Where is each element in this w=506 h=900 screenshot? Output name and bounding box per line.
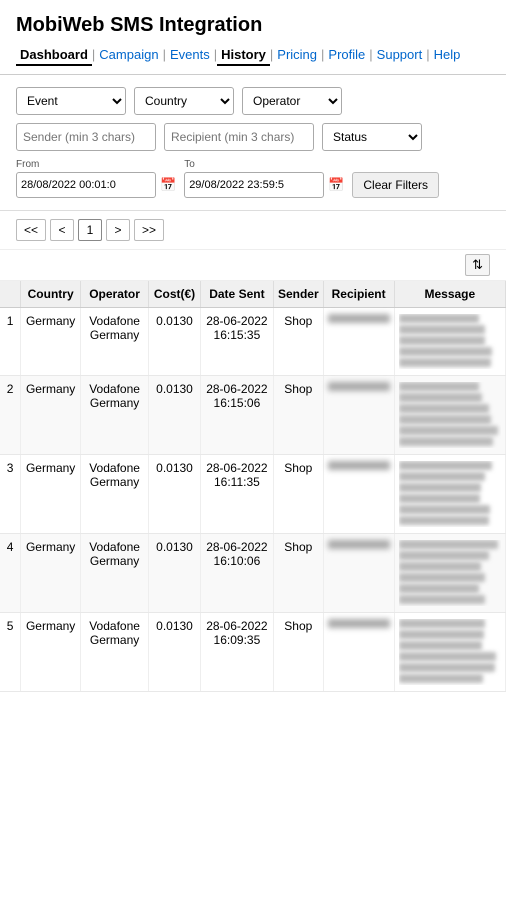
- cell-country: Germany: [21, 376, 81, 455]
- col-header-sender: Sender: [273, 281, 323, 308]
- status-select[interactable]: Status: [322, 123, 422, 151]
- cell-sender: Shop: [273, 534, 323, 613]
- cell-operator: Vodafone Germany: [80, 455, 148, 534]
- cell-sender: Shop: [273, 455, 323, 534]
- table-header-row: Country Operator Cost(€) Date Sent Sende…: [0, 281, 506, 308]
- cell-country: Germany: [21, 308, 81, 376]
- operator-select[interactable]: Operator: [242, 87, 342, 115]
- cell-recipient: [323, 308, 394, 376]
- cell-num: 1: [0, 308, 21, 376]
- cell-message: Hello ████-█thank you foorder ████. Yvie…: [394, 534, 505, 613]
- cell-recipient: [323, 534, 394, 613]
- cell-country: Germany: [21, 613, 81, 692]
- country-select[interactable]: Country: [134, 87, 234, 115]
- page-title: MobiWeb SMS Integration: [16, 14, 490, 37]
- cell-num: 4: [0, 534, 21, 613]
- cell-sender: Shop: [273, 613, 323, 692]
- col-header-recipient: Recipient: [323, 281, 394, 308]
- cell-cost: 0.0130: [149, 613, 201, 692]
- filters-section: Event Country Operator Status From 📅 To …: [0, 75, 506, 211]
- event-select[interactable]: Event: [16, 87, 126, 115]
- nav-history[interactable]: History: [217, 45, 270, 66]
- cell-message: Hello ████████order ████shipped. Youview…: [394, 613, 505, 692]
- pagination: << < 1 > >>: [0, 211, 506, 250]
- to-date-input[interactable]: [184, 172, 324, 198]
- col-header-date: Date Sent: [200, 281, 273, 308]
- filter-row-2: Status: [16, 123, 490, 151]
- cell-date: 28-06-202216:15:35: [200, 308, 273, 376]
- cell-operator: Vodafone Germany: [80, 376, 148, 455]
- from-date-input[interactable]: [16, 172, 156, 198]
- cell-cost: 0.0130: [149, 455, 201, 534]
- cell-num: 2: [0, 376, 21, 455]
- table-container: Country Operator Cost(€) Date Sent Sende…: [0, 281, 506, 692]
- first-page-button[interactable]: <<: [16, 219, 46, 241]
- nav-dashboard[interactable]: Dashboard: [16, 45, 92, 66]
- to-calendar-icon[interactable]: 📅: [328, 177, 344, 193]
- cell-cost: 0.0130: [149, 376, 201, 455]
- from-date-wrapper: 📅: [16, 172, 176, 198]
- clear-filters-button[interactable]: Clear Filters: [352, 172, 439, 198]
- cell-message: Hello ████-█thank you foorder ████. Yvie…: [394, 376, 505, 455]
- nav-campaign[interactable]: Campaign: [95, 45, 162, 66]
- cell-date: 28-06-202216:11:35: [200, 455, 273, 534]
- cell-operator: Vodafone Germany: [80, 613, 148, 692]
- header: MobiWeb SMS Integration Dashboard | Camp…: [0, 0, 506, 75]
- nav-events[interactable]: Events: [166, 45, 214, 66]
- cell-sender: Shop: [273, 308, 323, 376]
- from-calendar-icon[interactable]: 📅: [160, 177, 176, 193]
- cell-sender: Shop: [273, 376, 323, 455]
- cell-message: Hello ████-█shipped. Youview order sand …: [394, 308, 505, 376]
- col-header-country: Country: [21, 281, 81, 308]
- filter-row-1: Event Country Operator: [16, 87, 490, 115]
- cell-num: 3: [0, 455, 21, 534]
- to-date-wrapper: 📅: [184, 172, 344, 198]
- cell-message: Hello ████████order ████shipped. Youview…: [394, 455, 505, 534]
- next-page-button[interactable]: >: [106, 219, 130, 241]
- table-row: 3GermanyVodafone Germany0.013028-06-2022…: [0, 455, 506, 534]
- nav-profile[interactable]: Profile: [324, 45, 369, 66]
- sender-input[interactable]: [16, 123, 156, 151]
- main-nav: Dashboard | Campaign | Events | History …: [16, 45, 490, 66]
- table-row: 1GermanyVodafone Germany0.013028-06-2022…: [0, 308, 506, 376]
- from-date-field: From 📅: [16, 159, 176, 198]
- cell-country: Germany: [21, 455, 81, 534]
- column-toggle-button[interactable]: ⇅: [465, 254, 490, 276]
- cell-num: 5: [0, 613, 21, 692]
- nav-pricing[interactable]: Pricing: [273, 45, 321, 66]
- table-row: 5GermanyVodafone Germany0.013028-06-2022…: [0, 613, 506, 692]
- cell-operator: Vodafone Germany: [80, 308, 148, 376]
- cell-recipient: [323, 376, 394, 455]
- nav-support[interactable]: Support: [373, 45, 427, 66]
- col-header-operator: Operator: [80, 281, 148, 308]
- current-page-number: 1: [78, 219, 102, 241]
- col-header-cost: Cost(€): [149, 281, 201, 308]
- cell-date: 28-06-202216:15:06: [200, 376, 273, 455]
- cell-date: 28-06-202216:10:06: [200, 534, 273, 613]
- table-row: 2GermanyVodafone Germany0.013028-06-2022…: [0, 376, 506, 455]
- to-date-field: To 📅: [184, 159, 344, 198]
- history-table: Country Operator Cost(€) Date Sent Sende…: [0, 281, 506, 692]
- prev-page-button[interactable]: <: [50, 219, 74, 241]
- cell-date: 28-06-202216:09:35: [200, 613, 273, 692]
- cell-cost: 0.0130: [149, 534, 201, 613]
- table-row: 4GermanyVodafone Germany0.013028-06-2022…: [0, 534, 506, 613]
- from-label: From: [16, 159, 176, 170]
- date-row: From 📅 To 📅 Clear Filters: [16, 159, 490, 198]
- cell-cost: 0.0130: [149, 308, 201, 376]
- cell-recipient: [323, 613, 394, 692]
- col-header-num: [0, 281, 21, 308]
- col-header-message: Message: [394, 281, 505, 308]
- nav-help[interactable]: Help: [430, 45, 465, 66]
- cell-operator: Vodafone Germany: [80, 534, 148, 613]
- last-page-button[interactable]: >>: [134, 219, 164, 241]
- recipient-input[interactable]: [164, 123, 314, 151]
- to-label: To: [184, 159, 344, 170]
- table-controls: ⇅: [0, 250, 506, 281]
- cell-country: Germany: [21, 534, 81, 613]
- cell-recipient: [323, 455, 394, 534]
